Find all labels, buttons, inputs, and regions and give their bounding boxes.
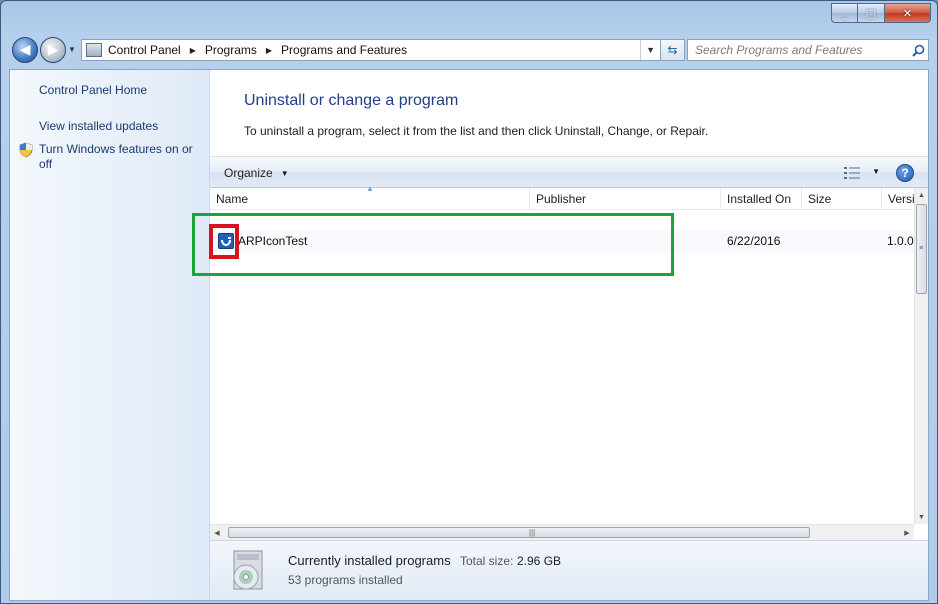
maximize-button[interactable]: □ bbox=[858, 3, 885, 23]
forward-arrow-icon: ▶ bbox=[47, 42, 59, 58]
navigation-bar: ◀ ▶ ▼ Control Panel ▶ Programs ▶ Program… bbox=[9, 35, 929, 65]
search-icon[interactable] bbox=[908, 44, 928, 57]
view-installed-updates-link[interactable]: View installed updates bbox=[39, 119, 158, 134]
organize-label: Organize bbox=[224, 166, 273, 180]
caption-buttons: _ □ ✕ bbox=[831, 3, 931, 23]
search-box[interactable] bbox=[687, 39, 929, 61]
programs-and-features-window: _ □ ✕ ◀ ▶ ▼ Control Panel ▶ Programs ▶ P… bbox=[0, 0, 938, 604]
command-bar: Organize ▼ ▼ ? bbox=[210, 156, 928, 188]
details-pane: Currently installed programs Total size:… bbox=[210, 540, 928, 600]
column-header-name[interactable]: Name bbox=[210, 188, 530, 210]
view-options-icon[interactable] bbox=[844, 167, 860, 179]
scroll-up-icon[interactable]: ▲ bbox=[915, 188, 928, 202]
close-icon: ✕ bbox=[902, 6, 913, 20]
breadcrumb-item-programs[interactable]: Programs bbox=[205, 43, 257, 57]
tasks-pane: Control Panel Home View installed update… bbox=[10, 70, 210, 600]
column-header-size[interactable]: Size bbox=[802, 188, 882, 210]
breadcrumb: Control Panel ▶ Programs ▶ Programs and … bbox=[108, 43, 407, 57]
forward-button[interactable]: ▶ bbox=[40, 37, 66, 63]
installed-programs-cd-icon bbox=[233, 550, 263, 590]
total-size-value: 2.96 GB bbox=[517, 554, 562, 568]
refresh-button[interactable]: ⇆ bbox=[661, 39, 685, 61]
help-icon[interactable]: ? bbox=[896, 164, 914, 182]
organize-button[interactable]: Organize ▼ bbox=[224, 166, 289, 180]
horizontal-scrollbar[interactable]: ◀ ||| ▶ bbox=[210, 524, 914, 540]
main-pane: Uninstall or change a program To uninsta… bbox=[192, 70, 928, 600]
search-input[interactable] bbox=[695, 43, 908, 57]
column-headers: ▲ Name Publisher Installed On Size Versi bbox=[210, 184, 915, 210]
back-arrow-icon: ◀ bbox=[19, 42, 31, 58]
view-options-dropdown[interactable]: ▼ bbox=[872, 167, 880, 176]
maximize-icon: □ bbox=[865, 6, 877, 20]
total-size-label: Total size: bbox=[460, 554, 514, 568]
minimize-icon: _ bbox=[841, 6, 848, 20]
address-bar[interactable]: Control Panel ▶ Programs ▶ Programs and … bbox=[81, 39, 661, 61]
chevron-right-icon[interactable]: ▶ bbox=[190, 46, 196, 55]
program-version: 1.0.0 bbox=[887, 234, 914, 248]
address-dropdown-button[interactable]: ▼ bbox=[640, 40, 660, 60]
scroll-left-icon[interactable]: ◀ bbox=[210, 525, 224, 540]
page-description: To uninstall a program, select it from t… bbox=[244, 124, 709, 138]
recent-pages-dropdown[interactable]: ▼ bbox=[68, 45, 76, 54]
highlight-box-green bbox=[192, 213, 674, 276]
scroll-down-icon[interactable]: ▼ bbox=[915, 510, 928, 524]
control-panel-home-link[interactable]: Control Panel Home bbox=[39, 83, 147, 98]
refresh-icon: ⇆ bbox=[667, 43, 678, 57]
programs-count: 53 programs installed bbox=[288, 573, 403, 587]
scrollbar-thumb[interactable]: ≡ bbox=[916, 204, 927, 294]
chevron-down-icon: ▼ bbox=[280, 168, 289, 178]
column-header-installed-on[interactable]: Installed On bbox=[721, 188, 802, 210]
breadcrumb-item-programs-and-features[interactable]: Programs and Features bbox=[281, 43, 407, 57]
back-button[interactable]: ◀ bbox=[12, 37, 38, 63]
turn-windows-features-link[interactable]: Turn Windows features on or off bbox=[39, 142, 204, 172]
details-title: Currently installed programs bbox=[288, 553, 451, 568]
scrollbar-thumb[interactable]: ||| bbox=[228, 527, 810, 538]
program-installed-on: 6/22/2016 bbox=[727, 234, 781, 248]
shield-icon bbox=[19, 142, 33, 158]
column-header-publisher[interactable]: Publisher bbox=[530, 188, 721, 210]
scroll-right-icon[interactable]: ▶ bbox=[900, 525, 914, 540]
page-title: Uninstall or change a program bbox=[244, 92, 459, 109]
minimize-button[interactable]: _ bbox=[831, 3, 858, 23]
vertical-scrollbar[interactable]: ▲ ≡ ▼ bbox=[914, 188, 928, 524]
control-panel-icon bbox=[86, 43, 102, 57]
highlight-box-red bbox=[209, 224, 239, 259]
breadcrumb-item-control-panel[interactable]: Control Panel bbox=[108, 43, 181, 57]
close-button[interactable]: ✕ bbox=[885, 3, 931, 23]
client-area: Control Panel Home View installed update… bbox=[9, 69, 929, 601]
chevron-right-icon[interactable]: ▶ bbox=[266, 46, 272, 55]
